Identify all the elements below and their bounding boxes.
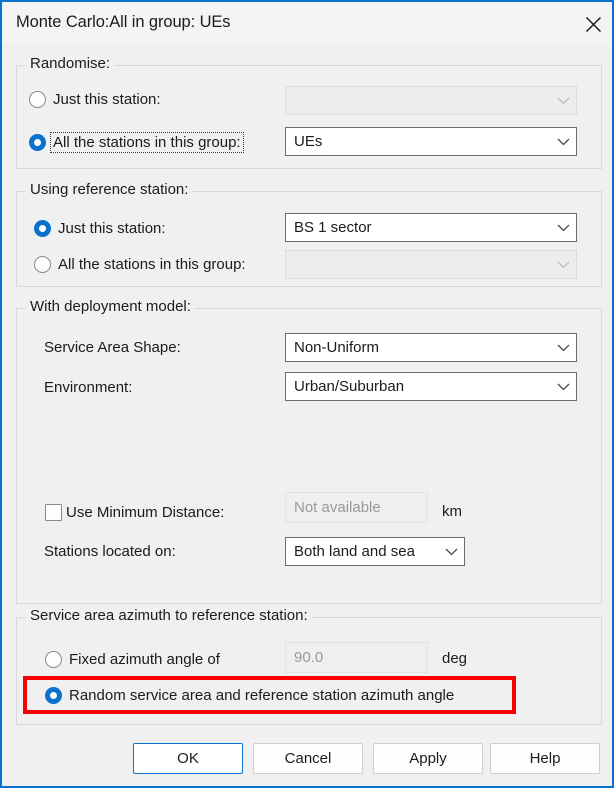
radio-random-azimuth-angle[interactable]: Random service area and reference statio… — [45, 684, 456, 706]
combo-environment[interactable]: Urban/Suburban — [285, 372, 577, 401]
radio-indicator — [29, 90, 46, 108]
radio-indicator — [45, 686, 62, 704]
apply-button[interactable]: Apply — [373, 743, 483, 774]
help-button[interactable]: Help — [490, 743, 600, 774]
combo-reference-group[interactable] — [285, 250, 577, 279]
radio-indicator — [45, 650, 62, 668]
combo-value: BS 1 sector — [294, 219, 372, 236]
deployment-model-group-label: With deployment model: — [26, 298, 195, 315]
stations-located-on-label: Stations located on: — [44, 543, 176, 560]
checkbox-use-minimum-distance[interactable]: Use Minimum Distance: — [45, 501, 224, 523]
radio-fixed-azimuth-angle[interactable]: Fixed azimuth angle of — [45, 648, 222, 670]
radio-label: All the stations in this group: — [50, 131, 244, 153]
chevron-down-icon — [550, 97, 576, 105]
combo-value: Non-Uniform — [294, 339, 380, 356]
fixed-azimuth-unit: deg — [442, 650, 468, 667]
chevron-down-icon — [550, 344, 576, 352]
radio-reference-all-in-group[interactable]: All the stations in this group: — [34, 253, 248, 275]
radio-indicator — [29, 133, 46, 151]
radio-label: Random service area and reference statio… — [69, 686, 455, 704]
chevron-down-icon — [550, 261, 576, 269]
combo-randomise-group[interactable]: UEs — [285, 127, 577, 156]
title-bar: Monte Carlo:All in group: UEs — [2, 0, 612, 44]
combo-randomise-station[interactable] — [285, 86, 577, 115]
combo-stations-located-on[interactable]: Both land and sea — [285, 537, 465, 566]
radio-label: Just this station: — [53, 90, 161, 108]
combo-value: Urban/Suburban — [294, 378, 405, 395]
chevron-down-icon — [550, 224, 576, 232]
radio-randomise-just-this-station[interactable]: Just this station: — [29, 88, 163, 110]
environment-label: Environment: — [44, 379, 133, 396]
dialog-title: Monte Carlo:All in group: UEs — [16, 13, 231, 31]
chevron-down-icon — [550, 138, 576, 146]
input-value: 90.0 — [294, 649, 324, 666]
reference-station-group-label: Using reference station: — [26, 181, 193, 198]
radio-label: Fixed azimuth angle of — [69, 650, 220, 668]
radio-label: Just this station: — [58, 219, 166, 237]
radio-indicator — [34, 219, 51, 237]
close-icon[interactable] — [570, 4, 612, 44]
azimuth-group-label: Service area azimuth to reference statio… — [26, 607, 312, 624]
radio-indicator — [34, 255, 51, 273]
input-fixed-azimuth-angle[interactable]: 90.0 — [285, 642, 428, 673]
minimum-distance-unit: km — [442, 503, 462, 520]
radio-label: All the stations in this group: — [58, 255, 246, 273]
chevron-down-icon — [550, 383, 576, 391]
chevron-down-icon — [438, 548, 464, 556]
combo-value: Both land and sea — [294, 543, 415, 560]
monte-carlo-dialog: Monte Carlo:All in group: UEs Randomise:… — [0, 0, 614, 788]
service-area-shape-label: Service Area Shape: — [44, 339, 181, 356]
checkbox-label: Use Minimum Distance: — [66, 503, 225, 521]
randomise-group-label: Randomise: — [26, 55, 115, 72]
combo-reference-station[interactable]: BS 1 sector — [285, 213, 577, 242]
cancel-button[interactable]: Cancel — [253, 743, 363, 774]
radio-randomise-all-in-group[interactable]: All the stations in this group: — [29, 131, 244, 153]
combo-value: UEs — [294, 133, 323, 150]
combo-service-area-shape[interactable]: Non-Uniform — [285, 333, 577, 362]
input-value: Not available — [294, 499, 381, 516]
radio-reference-just-this-station[interactable]: Just this station: — [34, 217, 168, 239]
checkbox-indicator — [45, 503, 62, 521]
ok-button[interactable]: OK — [133, 743, 243, 774]
input-minimum-distance[interactable]: Not available — [285, 492, 428, 523]
